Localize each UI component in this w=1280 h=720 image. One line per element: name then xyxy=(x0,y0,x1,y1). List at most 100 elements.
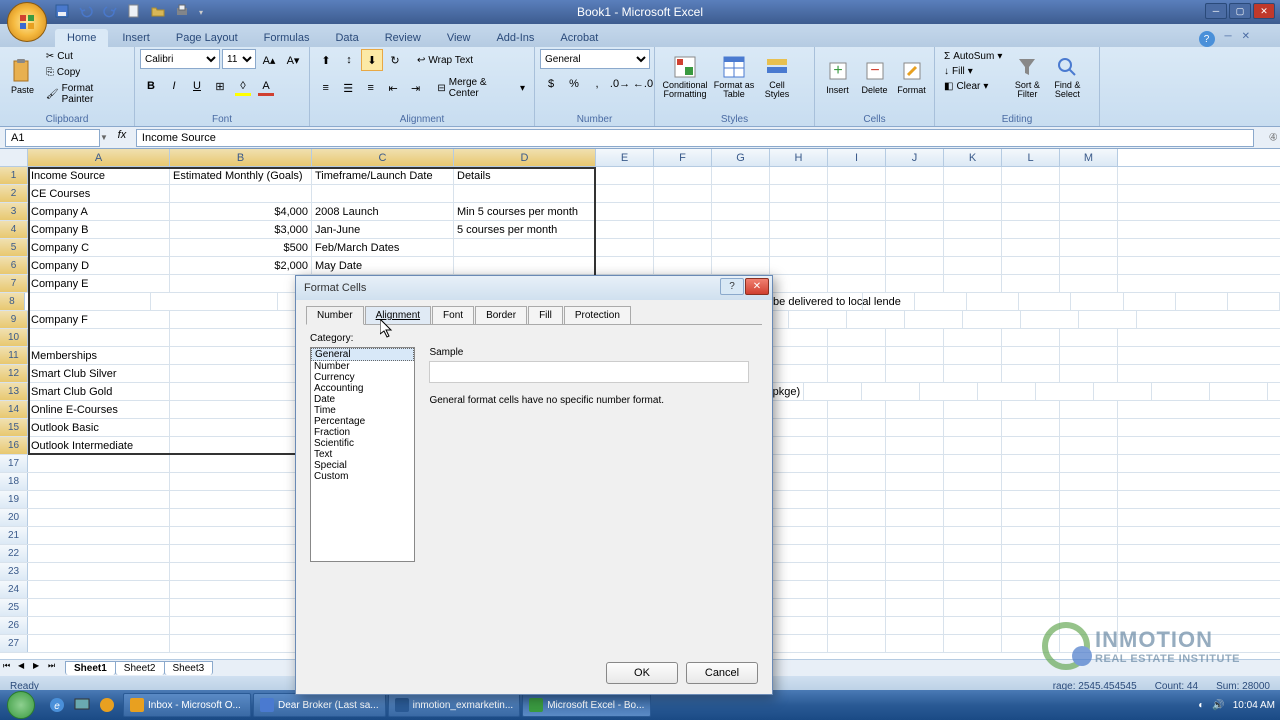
find-select-button[interactable]: Find & Select xyxy=(1048,49,1086,105)
cell[interactable] xyxy=(1021,311,1079,328)
cell[interactable] xyxy=(1060,257,1118,274)
dialog-tab-alignment[interactable]: Alignment xyxy=(365,306,431,325)
cell[interactable]: 5 courses per month xyxy=(454,221,596,238)
cell[interactable]: Company C xyxy=(28,239,170,256)
cell[interactable] xyxy=(944,203,1002,220)
cell[interactable] xyxy=(944,275,1002,292)
italic-button[interactable]: I xyxy=(163,75,185,97)
decrease-indent-icon[interactable]: ⇤ xyxy=(382,77,403,99)
cell[interactable] xyxy=(170,365,312,382)
decrease-decimal-icon[interactable]: ←.0 xyxy=(632,73,654,95)
align-bottom-icon[interactable]: ⬇ xyxy=(361,49,383,71)
sheet-last-icon[interactable]: ⏭ xyxy=(48,661,62,675)
cell[interactable] xyxy=(1002,455,1060,472)
redo-icon[interactable] xyxy=(103,4,119,20)
cell[interactable] xyxy=(944,437,1002,454)
cell[interactable] xyxy=(1060,563,1118,580)
cell[interactable] xyxy=(1060,185,1118,202)
row-header[interactable]: 23 xyxy=(0,563,28,580)
cell[interactable] xyxy=(944,599,1002,616)
cell[interactable] xyxy=(1060,581,1118,598)
cell[interactable] xyxy=(886,473,944,490)
font-color-button[interactable]: A xyxy=(255,75,277,97)
cell[interactable]: $3,000 xyxy=(170,221,312,238)
cell[interactable] xyxy=(828,257,886,274)
row-header[interactable]: 2 xyxy=(0,185,28,202)
cell[interactable] xyxy=(1036,383,1094,400)
start-button[interactable] xyxy=(0,690,42,720)
cell[interactable] xyxy=(151,293,278,310)
cell[interactable] xyxy=(170,509,312,526)
cell[interactable]: Outlook Basic xyxy=(28,419,170,436)
cell[interactable] xyxy=(886,257,944,274)
cell[interactable] xyxy=(770,419,828,436)
cell[interactable] xyxy=(828,401,886,418)
cell[interactable] xyxy=(1002,527,1060,544)
cell[interactable] xyxy=(828,419,886,436)
cell[interactable] xyxy=(1060,221,1118,238)
row-header[interactable]: 11 xyxy=(0,347,28,364)
category-item[interactable]: Custom xyxy=(311,471,414,482)
fill-button[interactable]: ↓Fill ▾ xyxy=(940,64,1006,79)
category-item[interactable]: Currency xyxy=(311,372,414,383)
cell[interactable] xyxy=(828,635,886,652)
cell[interactable] xyxy=(1002,221,1060,238)
cell[interactable] xyxy=(1002,239,1060,256)
cell[interactable] xyxy=(978,383,1036,400)
cell[interactable] xyxy=(886,347,944,364)
cell[interactable] xyxy=(770,203,828,220)
cell[interactable]: Timeframe/Launch Date xyxy=(312,167,454,184)
column-header[interactable]: H xyxy=(770,149,828,166)
ql-media-icon[interactable] xyxy=(95,693,119,717)
cell[interactable]: Feb/March Dates xyxy=(312,239,454,256)
undo-icon[interactable] xyxy=(79,4,95,20)
cell[interactable] xyxy=(1060,347,1118,364)
cell[interactable] xyxy=(886,581,944,598)
cell[interactable] xyxy=(828,347,886,364)
tray-icon[interactable]: 🔊 xyxy=(1212,700,1224,711)
cut-button[interactable]: ✂Cut xyxy=(42,49,129,64)
cell[interactable] xyxy=(944,473,1002,490)
cell[interactable] xyxy=(886,365,944,382)
cell[interactable] xyxy=(170,599,312,616)
ribbon-tab-review[interactable]: Review xyxy=(373,29,433,47)
cell[interactable] xyxy=(886,329,944,346)
close-workbook-icon[interactable]: ✕ xyxy=(1242,31,1250,47)
row-header[interactable]: 27 xyxy=(0,635,28,652)
cell[interactable] xyxy=(770,239,828,256)
cell[interactable] xyxy=(828,167,886,184)
dialog-tab-font[interactable]: Font xyxy=(432,306,474,325)
cell[interactable] xyxy=(1079,311,1137,328)
ribbon-tab-home[interactable]: Home xyxy=(55,29,108,47)
cell[interactable] xyxy=(25,293,152,310)
cell[interactable] xyxy=(170,473,312,490)
autosum-button[interactable]: ΣAutoSum ▾ xyxy=(940,49,1006,64)
taskbar-item[interactable]: Dear Broker (Last sa... xyxy=(253,693,386,717)
cell[interactable] xyxy=(1019,293,1071,310)
cell[interactable] xyxy=(1002,167,1060,184)
dialog-close-button[interactable]: ✕ xyxy=(745,278,769,295)
cell[interactable] xyxy=(712,167,770,184)
row-header[interactable]: 9 xyxy=(0,311,28,328)
cell[interactable] xyxy=(170,347,312,364)
row-header[interactable]: 14 xyxy=(0,401,28,418)
cell[interactable] xyxy=(1094,383,1152,400)
cell[interactable] xyxy=(770,635,828,652)
column-header[interactable]: I xyxy=(828,149,886,166)
cell[interactable] xyxy=(886,635,944,652)
cell-styles-button[interactable]: Cell Styles xyxy=(758,49,796,105)
cell[interactable] xyxy=(28,329,170,346)
cell[interactable] xyxy=(944,347,1002,364)
cell[interactable] xyxy=(1002,257,1060,274)
ok-button[interactable]: OK xyxy=(606,662,678,684)
cell[interactable] xyxy=(944,401,1002,418)
merge-center-button[interactable]: ⊟Merge & Center ▾ xyxy=(433,75,529,101)
cell[interactable] xyxy=(828,203,886,220)
cell[interactable]: May Date xyxy=(312,257,454,274)
cell[interactable] xyxy=(770,509,828,526)
format-as-table-button[interactable]: Format as Table xyxy=(712,49,756,105)
cell[interactable] xyxy=(170,617,312,634)
cell[interactable]: Details xyxy=(454,167,596,184)
align-center-icon[interactable]: ☰ xyxy=(337,77,358,99)
cell[interactable] xyxy=(944,617,1002,634)
